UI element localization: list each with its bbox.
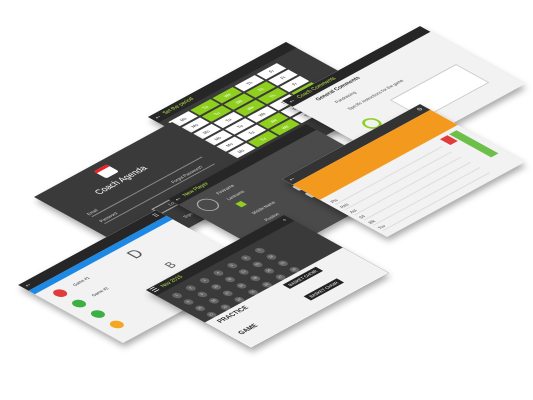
jersey-icon [235, 200, 248, 208]
calendar-day[interactable]: 2 [183, 284, 198, 292]
calendar-day[interactable]: 13 [250, 260, 265, 269]
calendar-day[interactable]: 10 [209, 283, 224, 291]
letter-b: B [162, 260, 181, 271]
comment-textarea[interactable] [389, 64, 490, 119]
calendar-day[interactable]: 16 [207, 297, 221, 305]
player-dot-green-2[interactable] [88, 308, 108, 320]
avatar-icon[interactable] [192, 196, 224, 214]
calendar-day[interactable]: 3 [197, 276, 212, 285]
calendar-day[interactable]: 4 [211, 269, 226, 277]
field-lastname[interactable]: Lastname [225, 189, 246, 201]
calendar-day[interactable]: 21 [276, 259, 290, 268]
player-dot-red[interactable] [50, 287, 70, 299]
calendar-day[interactable]: 1 [170, 291, 184, 300]
calendar-day[interactable]: 18 [234, 282, 249, 290]
game-row-1[interactable]: Game #1 [71, 276, 91, 287]
calendar-day[interactable]: 8 [181, 298, 196, 306]
add-icon[interactable]: + [279, 217, 292, 224]
calendar-day[interactable]: 5 [225, 261, 240, 270]
player-dot-orange[interactable] [107, 319, 127, 330]
mockup-scene: ← Set the period Mo Tu We Th Fr Mo Tu We Th Fr Mo T… [0, 0, 533, 400]
calendar-day[interactable]: 6 [239, 254, 253, 262]
calendar-day[interactable]: 9 [195, 290, 210, 299]
calendar-day[interactable]: 17 [220, 289, 235, 298]
calendar-day[interactable]: 12 [236, 268, 251, 276]
calendar-day[interactable]: 19 [248, 274, 263, 283]
game-row-2[interactable]: Game #2 [90, 286, 110, 297]
calendar-day[interactable]: 20 [262, 267, 277, 275]
calendar-day[interactable]: 11 [223, 275, 237, 284]
letter-d: D [121, 246, 148, 261]
player-dot-green-1[interactable] [69, 298, 89, 309]
calendar-day[interactable]: 14 [264, 253, 279, 261]
stats-bar-green [449, 130, 499, 158]
calendar-logo-icon [93, 164, 120, 179]
calendar-day[interactable]: 7 [252, 246, 267, 255]
calendar-day[interactable]: 15 [193, 304, 208, 313]
